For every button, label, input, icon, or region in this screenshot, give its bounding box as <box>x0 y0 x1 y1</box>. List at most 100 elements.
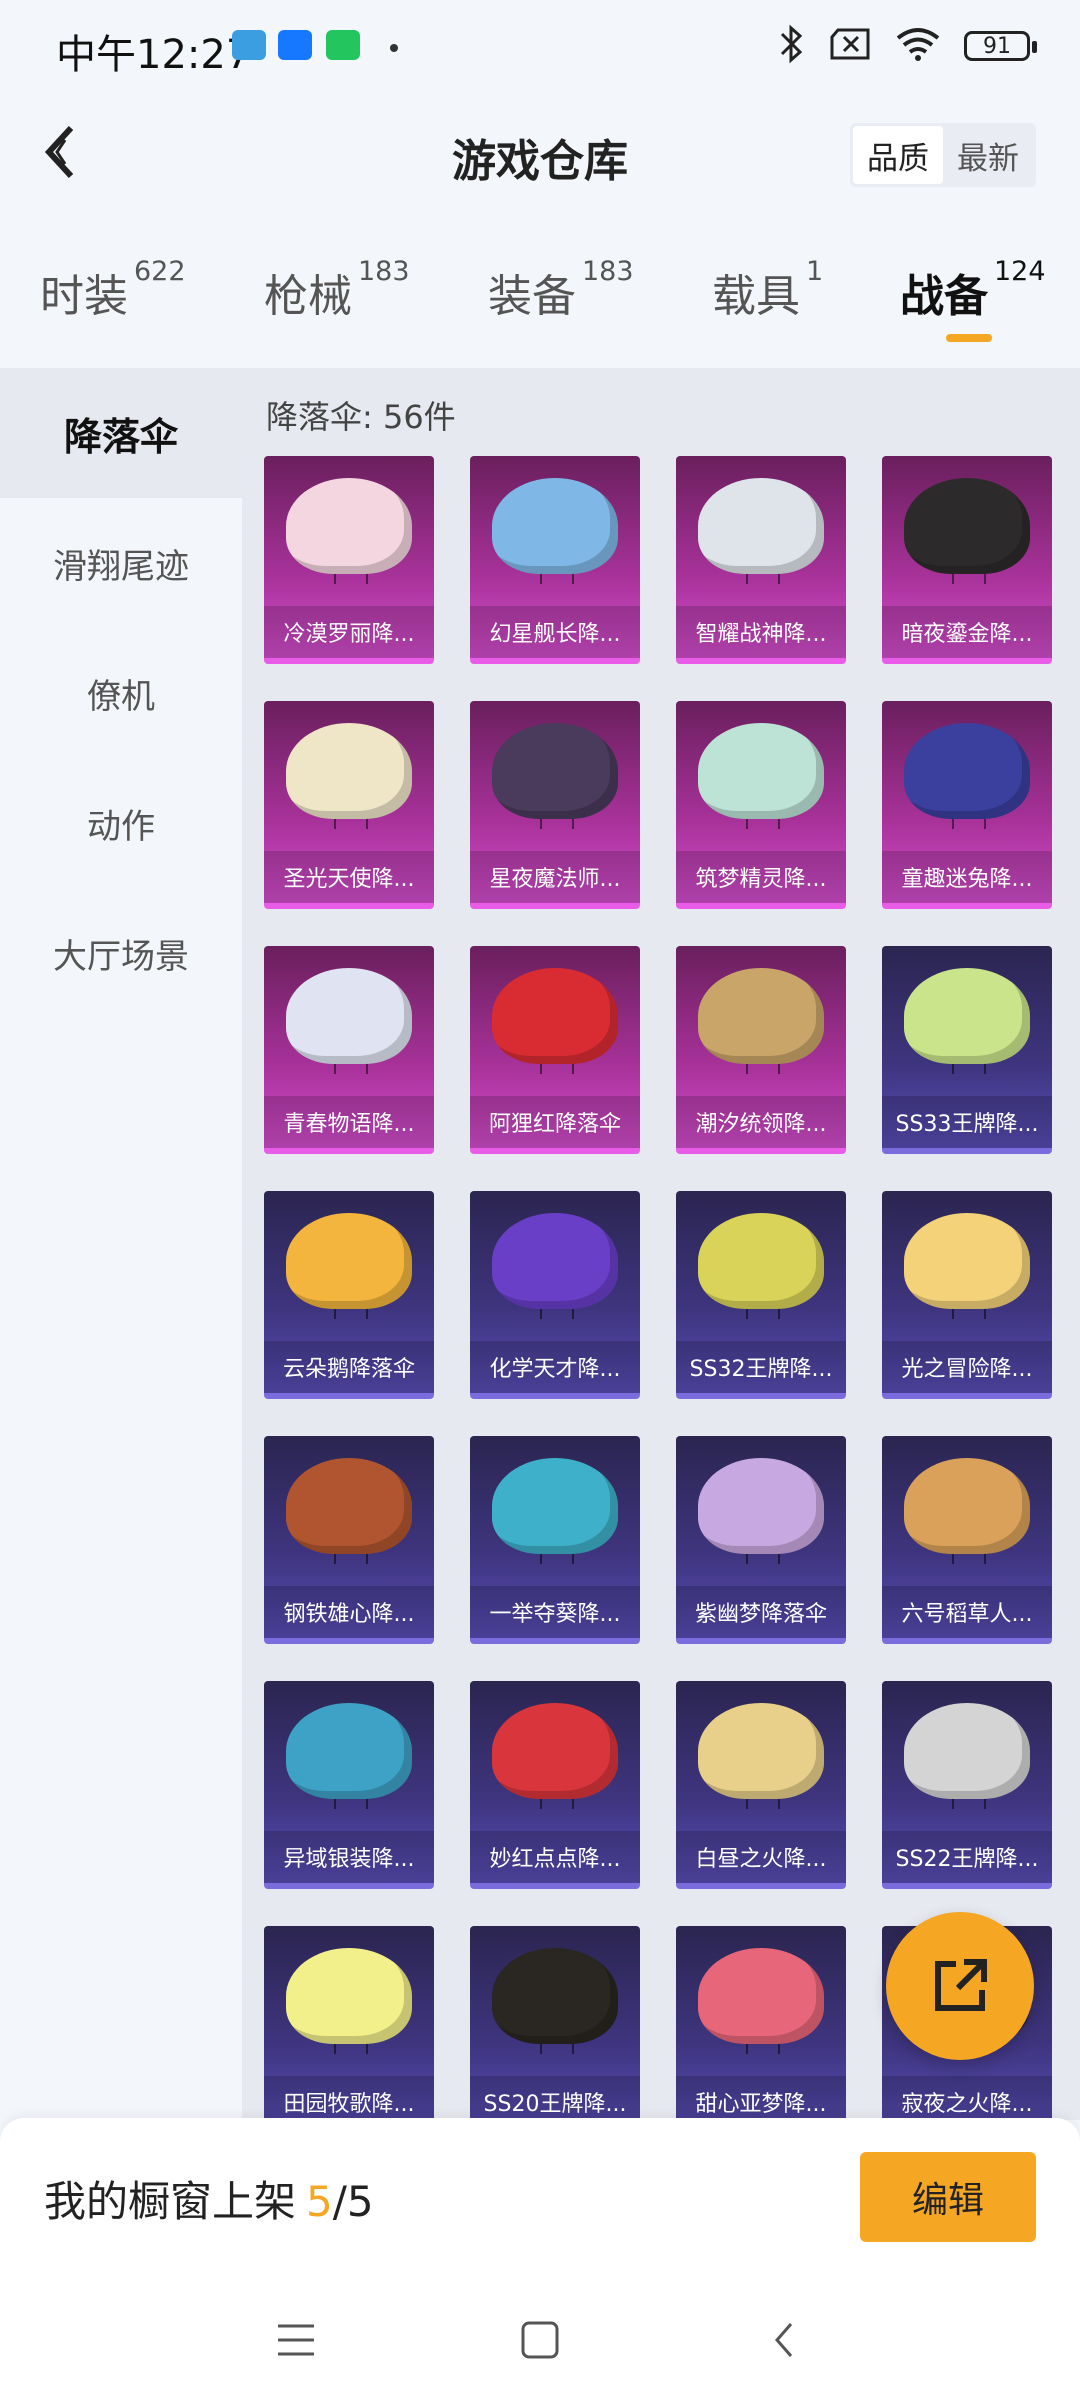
parachute-name: 星夜魔法师... <box>470 851 640 903</box>
parachute-cords <box>334 1554 368 1564</box>
parachute-card[interactable]: 暗夜鎏金降... <box>882 456 1052 664</box>
status-time: 中午12:27 <box>56 32 252 78</box>
parachute-name: 云朵鹅降落伞 <box>264 1341 434 1393</box>
tab-label: 装备 <box>488 271 576 322</box>
parachute-cords <box>746 2044 780 2054</box>
parachute-name: 异域银装降... <box>264 1831 434 1883</box>
tab-label: 枪械 <box>264 271 352 322</box>
parachute-thumbnail <box>286 723 412 819</box>
sidebar-item-glide-trail[interactable]: 滑翔尾迹 <box>0 498 242 628</box>
parachute-cords <box>334 2044 368 2054</box>
parachute-cords <box>334 1799 368 1809</box>
home-nav-button[interactable] <box>508 2308 572 2372</box>
parachute-card[interactable]: 甜心亚梦降... <box>676 1926 846 2120</box>
share-button[interactable] <box>886 1912 1034 2060</box>
parachute-card[interactable]: 化学天才降... <box>470 1191 640 1399</box>
parachute-thumbnail <box>286 1948 412 2044</box>
parachute-cords <box>746 1554 780 1564</box>
parachute-thumbnail <box>492 1213 618 1309</box>
parachute-card[interactable]: 星夜魔法师... <box>470 701 640 909</box>
tab-equipment[interactable]: 装备 183 <box>488 256 634 324</box>
app-header: 游戏仓库 品质 最新 <box>0 95 1080 225</box>
edit-button[interactable]: 编辑 <box>860 2152 1036 2242</box>
parachute-thumbnail <box>492 1458 618 1554</box>
menu-nav-button[interactable] <box>264 2308 328 2372</box>
parachute-card[interactable]: SS33王牌降... <box>882 946 1052 1154</box>
parachute-card[interactable]: 钢铁雄心降... <box>264 1436 434 1644</box>
parachute-name: 童趣迷兔降... <box>882 851 1052 903</box>
parachute-name: SS22王牌降... <box>882 1831 1052 1883</box>
parachute-card[interactable]: 紫幽梦降落伞 <box>676 1436 846 1644</box>
tab-count: 1 <box>806 256 824 287</box>
parachute-card[interactable]: 冷漠罗丽降... <box>264 456 434 664</box>
notification-app-icon <box>278 30 312 60</box>
parachute-cords <box>540 1064 574 1074</box>
parachute-card[interactable]: 童趣迷兔降... <box>882 701 1052 909</box>
parachute-thumbnail <box>492 1948 618 2044</box>
parachute-thumbnail <box>492 478 618 574</box>
parachute-thumbnail <box>286 968 412 1064</box>
category-tabs: 时装 622 枪械 183 装备 183 载具 1 战备 124 <box>0 250 1080 355</box>
parachute-card[interactable]: 筑梦精灵降... <box>676 701 846 909</box>
parachute-name: 光之冒险降... <box>882 1341 1052 1393</box>
parachute-card[interactable]: 青春物语降... <box>264 946 434 1154</box>
parachute-card[interactable]: 六号稻草人... <box>882 1436 1052 1644</box>
parachute-cords <box>334 574 368 584</box>
tab-count: 183 <box>358 256 410 287</box>
tab-fashion[interactable]: 时装 622 <box>40 256 186 324</box>
parachute-card[interactable]: SS22王牌降... <box>882 1681 1052 1889</box>
showcase-bar: 我的橱窗上架 5/5 编辑 <box>0 2118 1080 2278</box>
parachute-thumbnail <box>492 1703 618 1799</box>
sidebar-item-parachute[interactable]: 降落伞 <box>0 368 242 498</box>
parachute-name: 筑梦精灵降... <box>676 851 846 903</box>
tab-battle-gear[interactable]: 战备 124 <box>900 256 1046 324</box>
parachute-card[interactable]: 阿狸红降落伞 <box>470 946 640 1154</box>
notification-wechat-icon <box>326 30 360 60</box>
parachute-card[interactable]: 光之冒险降... <box>882 1191 1052 1399</box>
parachute-thumbnail <box>286 1458 412 1554</box>
parachute-cords <box>540 1799 574 1809</box>
parachute-cords <box>334 1309 368 1319</box>
parachute-thumbnail <box>698 968 824 1064</box>
tab-weapons[interactable]: 枪械 183 <box>264 256 410 324</box>
tab-count: 183 <box>582 256 634 287</box>
wifi-icon <box>894 26 942 66</box>
showcase-current: 5 <box>306 2177 333 2226</box>
tab-count: 622 <box>134 256 186 287</box>
parachute-name: 一举夺葵降... <box>470 1586 640 1638</box>
parachute-card[interactable]: 潮汐统领降... <box>676 946 846 1154</box>
parachute-name: 智耀战神降... <box>676 606 846 658</box>
sort-newest-button[interactable]: 最新 <box>943 126 1033 184</box>
subcategory-sidebar: 降落伞 滑翔尾迹 僚机 动作 大厅场景 <box>0 368 242 2118</box>
sidebar-item-wingman[interactable]: 僚机 <box>0 628 242 758</box>
parachute-thumbnail <box>904 968 1030 1064</box>
showcase-text: 我的橱窗上架 <box>44 2177 297 2226</box>
parachute-card[interactable]: 白昼之火降... <box>676 1681 846 1889</box>
parachute-card[interactable]: SS32王牌降... <box>676 1191 846 1399</box>
menu-icon <box>278 2324 314 2356</box>
item-grid-panel: 降落伞: 56件 冷漠罗丽降... 幻星舰长降... 智耀战神降... 暗夜鎏金降..… <box>242 368 1080 2120</box>
parachute-cords <box>952 1309 986 1319</box>
parachute-card[interactable]: 一举夺葵降... <box>470 1436 640 1644</box>
parachute-name: 青春物语降... <box>264 1096 434 1148</box>
parachute-cords <box>952 819 986 829</box>
parachute-card[interactable]: 妙红点点降... <box>470 1681 640 1889</box>
parachute-thumbnail <box>904 1458 1030 1554</box>
sidebar-item-lobby-scene[interactable]: 大厅场景 <box>0 888 242 1018</box>
sidebar-item-emote[interactable]: 动作 <box>0 758 242 888</box>
parachute-card[interactable]: 圣光天使降... <box>264 701 434 909</box>
parachute-thumbnail <box>698 1948 824 2044</box>
parachute-card[interactable]: 幻星舰长降... <box>470 456 640 664</box>
item-count-label: 降落伞: 56件 <box>266 398 456 436</box>
parachute-card[interactable]: 异域银装降... <box>264 1681 434 1889</box>
back-nav-button[interactable] <box>752 2308 816 2372</box>
tab-vehicles[interactable]: 载具 1 <box>712 256 823 324</box>
parachute-card[interactable]: SS20王牌降... <box>470 1926 640 2120</box>
parachute-name: 紫幽梦降落伞 <box>676 1586 846 1638</box>
sort-quality-button[interactable]: 品质 <box>853 126 943 184</box>
parachute-name: 圣光天使降... <box>264 851 434 903</box>
parachute-card[interactable]: 田园牧歌降... <box>264 1926 434 2120</box>
parachute-cords <box>540 574 574 584</box>
parachute-card[interactable]: 云朵鹅降落伞 <box>264 1191 434 1399</box>
parachute-card[interactable]: 智耀战神降... <box>676 456 846 664</box>
